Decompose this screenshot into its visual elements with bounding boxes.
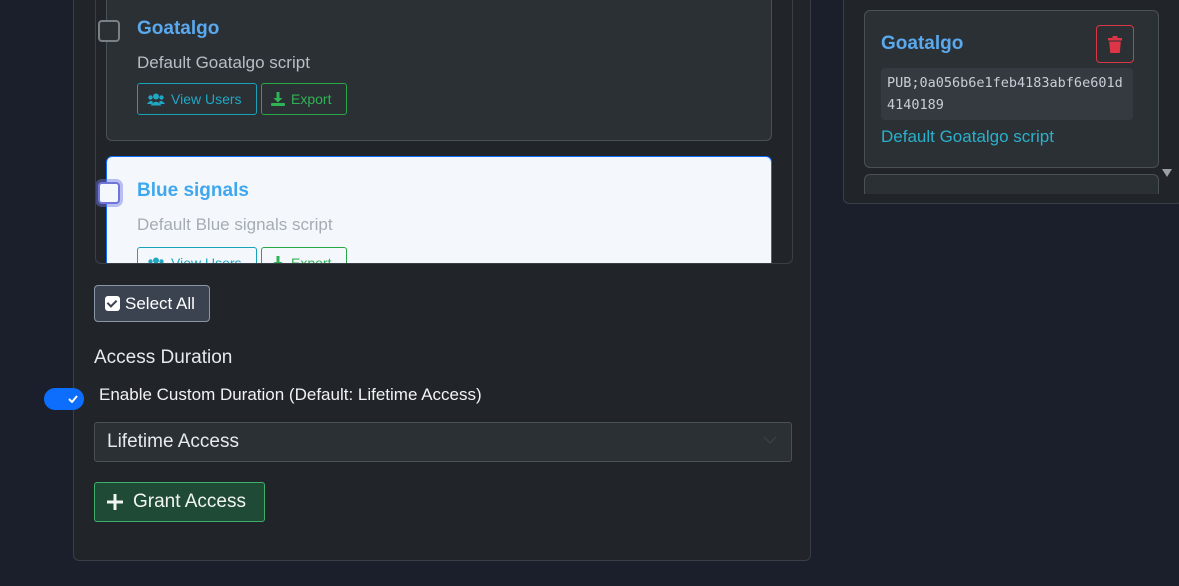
select-all-button[interactable]: Select All: [94, 285, 210, 322]
script-description: Default Blue signals script: [137, 215, 333, 234]
script-key-card-next: [864, 174, 1159, 194]
trash-icon: [1108, 35, 1122, 53]
active-scripts-panel[interactable]: Goatalgo PUB;0a056b6e1feb4183abf6e601d41…: [843, 0, 1179, 204]
grant-access-panel: Goatalgo Default Goatalgo script View Us…: [73, 0, 811, 561]
export-button[interactable]: Export: [261, 83, 347, 115]
script-card-goatalgo[interactable]: Goatalgo Default Goatalgo script View Us…: [98, 0, 772, 141]
download-icon: [271, 92, 285, 106]
users-icon: [148, 257, 164, 263]
script-checkbox[interactable]: [98, 182, 120, 204]
custom-duration-toggle[interactable]: [44, 388, 84, 410]
view-users-button[interactable]: View Users: [137, 83, 257, 115]
grant-access-button[interactable]: Grant Access: [94, 482, 265, 522]
delete-button[interactable]: [1096, 25, 1134, 63]
download-icon: [273, 256, 283, 263]
export-label: Export: [291, 255, 332, 264]
script-title: Blue signals: [137, 180, 249, 201]
script-list[interactable]: Goatalgo Default Goatalgo script View Us…: [95, 0, 793, 264]
view-users-label: View Users: [171, 91, 242, 107]
check-icon: [68, 395, 78, 403]
export-label: Export: [291, 91, 332, 107]
view-users-label: View Users: [171, 255, 242, 264]
duration-select-value: Lifetime Access: [107, 431, 239, 452]
checkbox-checked-icon: [105, 296, 120, 311]
export-button[interactable]: Export: [261, 247, 347, 264]
plus-icon: [107, 494, 123, 510]
script-card-blue-signals[interactable]: Blue signals Default Blue signals script…: [98, 156, 772, 264]
custom-duration-label: Enable Custom Duration (Default: Lifetim…: [99, 385, 482, 404]
chevron-down-icon: [763, 436, 777, 445]
grant-access-label: Grant Access: [133, 491, 246, 512]
scroll-down-arrow-icon[interactable]: [1162, 169, 1172, 177]
script-key-title: Goatalgo: [881, 33, 964, 54]
script-title: Goatalgo: [137, 18, 220, 39]
public-key-text: PUB;0a056b6e1feb4183abf6e601d4140189: [881, 68, 1133, 120]
script-description: Default Goatalgo script: [137, 53, 310, 72]
access-duration-heading: Access Duration: [94, 347, 233, 368]
view-users-button[interactable]: View Users: [137, 247, 257, 264]
script-key-description: Default Goatalgo script: [881, 127, 1054, 146]
select-all-label: Select All: [125, 293, 195, 313]
script-checkbox[interactable]: [98, 20, 120, 42]
users-icon: [147, 93, 165, 105]
script-key-card: Goatalgo PUB;0a056b6e1feb4183abf6e601d41…: [864, 10, 1159, 168]
duration-select[interactable]: Lifetime Access: [94, 422, 792, 462]
toggle-knob: [65, 391, 81, 407]
